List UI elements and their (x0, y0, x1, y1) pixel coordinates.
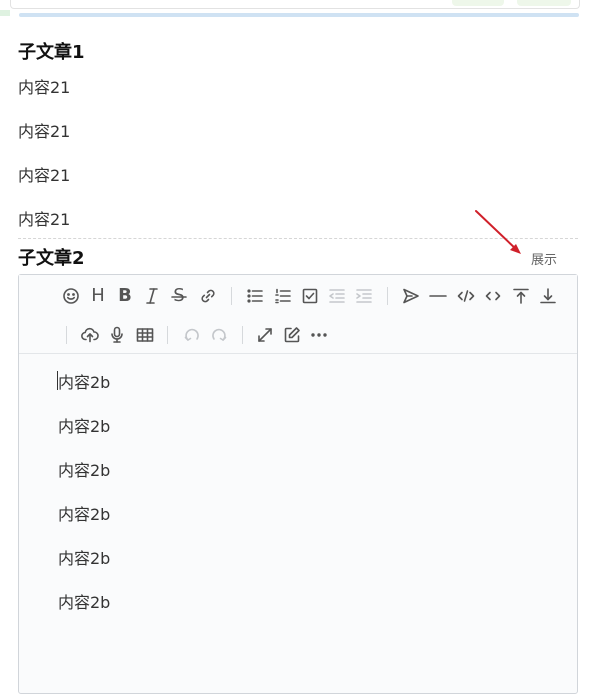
horizontal-rule-icon[interactable] (427, 285, 449, 307)
progress-strip (19, 13, 579, 17)
redo-icon[interactable] (208, 324, 230, 346)
top-left-marker (0, 10, 10, 16)
unordered-list-icon[interactable] (244, 285, 266, 307)
paragraph: 内容21 (18, 210, 71, 229)
edit-mode-icon[interactable] (281, 324, 303, 346)
strikethrough-icon[interactable]: S (168, 285, 190, 307)
emoji-icon[interactable] (60, 285, 82, 307)
paragraph: 内容21 (18, 78, 71, 97)
italic-icon[interactable] (141, 285, 163, 307)
top-button-partial[interactable] (517, 0, 571, 6)
editor-toolbar: H B S (19, 275, 577, 354)
insert-before-icon[interactable] (510, 285, 532, 307)
code-block-icon[interactable] (455, 285, 477, 307)
heading-icon[interactable]: H (87, 285, 109, 307)
undo-icon[interactable] (181, 324, 203, 346)
bold-icon[interactable]: B (114, 285, 136, 307)
checklist-icon[interactable] (299, 285, 321, 307)
top-button-partial[interactable] (452, 0, 504, 6)
editor-line[interactable]: 内容2b (58, 369, 110, 393)
paragraph: 内容21 (18, 122, 71, 141)
editor-line[interactable]: 内容2b (58, 589, 110, 613)
toolbar-separator (387, 287, 388, 305)
annotation-arrow-icon (475, 210, 521, 254)
quote-icon[interactable] (400, 285, 422, 307)
indent-icon[interactable] (353, 285, 375, 307)
toolbar-separator (66, 326, 67, 344)
editor-line[interactable]: 内容2b (58, 413, 110, 437)
editor-line[interactable]: 内容2b (58, 457, 110, 481)
section-title: 子文章2 (18, 248, 85, 269)
section-title: 子文章1 (18, 42, 85, 63)
editor-line[interactable]: 内容2b (58, 545, 110, 569)
upload-icon[interactable] (79, 324, 101, 346)
paragraph: 内容21 (18, 166, 71, 185)
table-icon[interactable] (134, 324, 156, 346)
markdown-editor[interactable]: H B S 内容2b 内容2b 内容2b 内容2b 内容2b 内容2b (18, 274, 578, 694)
show-toggle[interactable]: 展示 (531, 249, 557, 268)
outdent-icon[interactable] (326, 285, 348, 307)
toolbar-separator (231, 287, 232, 305)
insert-after-icon[interactable] (537, 285, 559, 307)
inline-code-icon[interactable] (482, 285, 504, 307)
ordered-list-icon[interactable] (272, 285, 294, 307)
fullscreen-icon[interactable] (254, 324, 276, 346)
record-icon[interactable] (106, 324, 128, 346)
link-icon[interactable] (197, 285, 219, 307)
editor-line[interactable]: 内容2b (58, 501, 110, 525)
more-icon[interactable] (308, 324, 330, 346)
toolbar-separator (167, 326, 168, 344)
toolbar-separator (242, 326, 243, 344)
